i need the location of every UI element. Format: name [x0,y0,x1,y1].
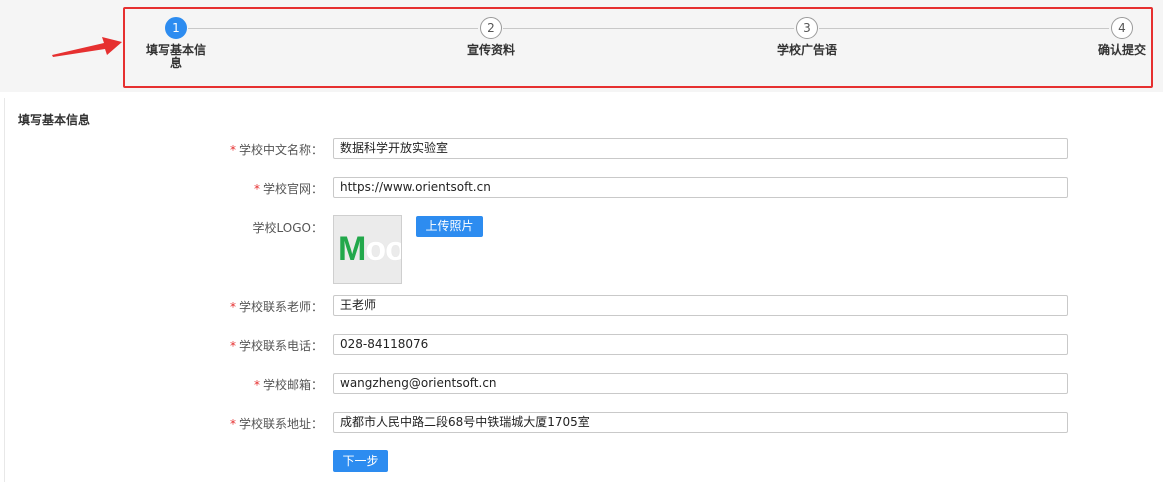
cn-name-label-text: 学校中文名称： [238,143,323,157]
email-label-text: 学校邮箱： [262,378,323,392]
address-label: * 学校联系地址： [123,415,323,432]
cn-name-input[interactable]: 数据科学开放实验室 [333,138,1068,159]
website-input[interactable]: https://www.orientsoft.cn [333,177,1068,198]
steps-bar: 1 2 3 4 填写基本信 息 宣传资料 学校广告语 确认提交 [0,0,1163,92]
steps-highlight-box [123,7,1153,88]
upload-photo-button[interactable]: 上传照片 [416,216,483,237]
cn-name-label: * 学校中文名称： [123,141,323,158]
email-label: * 学校邮箱： [123,376,323,393]
required-mark: * [253,182,260,196]
required-mark: * [229,143,236,157]
logo-preview: Moo [333,215,402,284]
logo-image: Moo [338,230,402,269]
required-mark: * [229,339,236,353]
section-title: 填写基本信息 [18,113,91,127]
phone-input[interactable]: 028-84118076 [333,334,1068,355]
website-label: * 学校官网： [123,180,323,197]
required-mark: * [253,378,260,392]
address-input[interactable]: 成都市人民中路二段68号中铁瑞城大厦1705室 [333,412,1068,433]
phone-label: * 学校联系电话： [123,337,323,354]
page: 1 2 3 4 填写基本信 息 宣传资料 学校广告语 确认提交 填写基本信息 *… [0,0,1163,482]
address-label-text: 学校联系地址： [238,417,323,431]
phone-label-text: 学校联系电话： [238,339,323,353]
next-step-button[interactable]: 下一步 [333,450,388,472]
required-mark: * [229,300,236,314]
pointer-arrow-icon [52,37,122,57]
teacher-label-text: 学校联系老师： [238,300,323,314]
teacher-label: * 学校联系老师： [123,298,323,315]
logo-label: 学校LOGO： [252,221,323,235]
teacher-input[interactable]: 王老师 [333,295,1068,316]
website-label-text: 学校官网： [262,182,323,196]
logo-letter: M [338,230,366,268]
email-input[interactable]: wangzheng@orientsoft.cn [333,373,1068,394]
logo-letters-faded: oo [365,230,402,268]
required-mark: * [229,417,236,431]
